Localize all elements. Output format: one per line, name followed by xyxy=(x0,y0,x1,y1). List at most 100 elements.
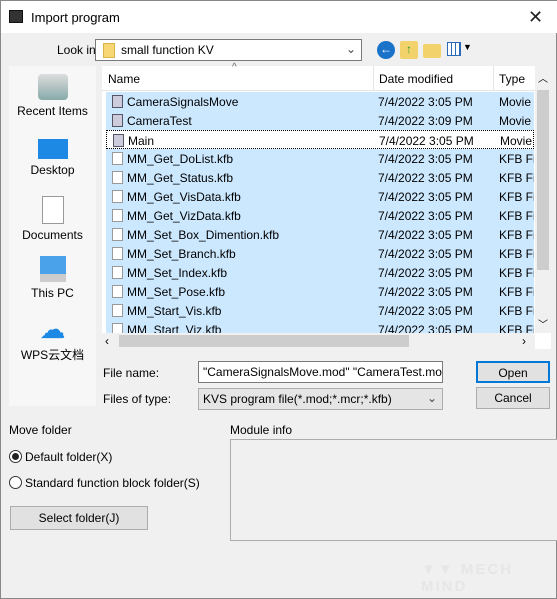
desktop-icon xyxy=(37,139,68,159)
file-type: KFB File xyxy=(499,171,534,185)
file-type: KFB File xyxy=(499,247,534,261)
file-icon xyxy=(112,247,123,260)
place-this-pc[interactable]: This PC xyxy=(9,256,96,300)
file-name-input[interactable]: "CameraSignalsMove.mod" "CameraTest.mod" xyxy=(198,361,443,383)
recent-items-icon xyxy=(37,74,68,100)
move-folder-title: Move folder xyxy=(9,423,72,437)
file-name: MM_Set_Branch.kfb xyxy=(127,247,236,261)
file-icon xyxy=(112,266,123,279)
horizontal-scrollbar[interactable]: ‹ › xyxy=(102,333,535,349)
file-type: KFB File xyxy=(499,209,534,223)
file-date: 7/4/2022 3:05 PM xyxy=(378,285,473,299)
chevron-down-icon: ⌄ xyxy=(345,42,356,56)
scrollbar-thumb[interactable] xyxy=(119,335,409,347)
file-date: 7/4/2022 3:05 PM xyxy=(378,209,473,223)
file-icon xyxy=(112,190,123,203)
column-type[interactable]: Type xyxy=(499,72,525,86)
scroll-left-icon[interactable]: ‹ xyxy=(105,334,109,348)
up-folder-icon[interactable]: ↑ xyxy=(400,41,418,59)
place-label: Documents xyxy=(22,228,83,242)
file-row[interactable]: MM_Get_Status.kfb 7/4/2022 3:05 PM KFB F… xyxy=(106,168,534,187)
file-icon xyxy=(112,228,123,241)
file-date: 7/4/2022 3:05 PM xyxy=(378,247,473,261)
file-date: 7/4/2022 3:05 PM xyxy=(378,266,473,280)
place-label: WPS云文档 xyxy=(20,348,85,362)
file-name: MM_Set_Box_Dimention.kfb xyxy=(127,228,280,242)
chevron-down-icon: ⌄ xyxy=(426,391,437,405)
file-icon xyxy=(112,285,123,298)
file-name: Main xyxy=(128,134,155,148)
file-icon xyxy=(112,304,123,317)
caret-down-icon[interactable]: ▼ xyxy=(463,42,472,52)
place-desktop[interactable]: Desktop xyxy=(9,136,96,177)
file-date: 7/4/2022 3:09 PM xyxy=(378,114,473,128)
look-in-dropdown[interactable]: small function KV ⌄ xyxy=(95,39,362,61)
scrollbar-thumb[interactable] xyxy=(537,90,549,270)
file-type: KFB File xyxy=(499,266,534,280)
file-date: 7/4/2022 3:05 PM xyxy=(378,152,473,166)
file-row[interactable]: MM_Set_Index.kfb 7/4/2022 3:05 PM KFB Fi… xyxy=(106,263,534,282)
file-list[interactable]: ^ Name Date modified Type CameraSignalsM… xyxy=(102,62,551,349)
app-icon xyxy=(9,10,23,23)
file-date: 7/4/2022 3:05 PM xyxy=(379,134,474,148)
file-row[interactable]: CameraTest 7/4/2022 3:09 PM Movie xyxy=(106,111,534,130)
file-row[interactable]: CameraSignalsMove 7/4/2022 3:05 PM Movie xyxy=(106,92,534,111)
title-bar: Import program ✕ xyxy=(1,1,557,33)
place-label: This PC xyxy=(31,286,74,300)
file-date: 7/4/2022 3:05 PM xyxy=(378,228,473,242)
file-row[interactable]: MM_Set_Branch.kfb 7/4/2022 3:05 PM KFB F… xyxy=(106,244,534,263)
window-title: Import program xyxy=(31,10,120,25)
column-name[interactable]: Name xyxy=(108,72,140,86)
list-header: ^ Name Date modified Type xyxy=(102,62,535,91)
scroll-right-icon[interactable]: › xyxy=(522,334,526,348)
file-date: 7/4/2022 3:05 PM xyxy=(378,95,473,109)
file-row[interactable]: MM_Start_Vis.kfb 7/4/2022 3:05 PM KFB Fi… xyxy=(106,301,534,320)
file-name: MM_Get_DoList.kfb xyxy=(127,152,234,166)
files-of-type-select[interactable]: KVS program file(*.mod;*.mcr;*.kfb) ⌄ xyxy=(198,388,443,410)
file-type: KFB File xyxy=(499,304,534,318)
close-icon[interactable]: ✕ xyxy=(528,7,543,28)
places-bar: Recent Items Desktop Documents This PC ☁… xyxy=(9,66,96,406)
file-name-label: File name: xyxy=(103,366,160,380)
file-icon xyxy=(112,152,123,165)
folder-icon xyxy=(103,43,115,58)
back-icon[interactable]: ← xyxy=(377,41,395,59)
file-type: Movie xyxy=(499,95,532,109)
place-wps-cloud[interactable]: ☁ WPS云文档 xyxy=(9,316,96,363)
new-folder-icon[interactable] xyxy=(423,44,441,58)
column-date-modified[interactable]: Date modified xyxy=(379,72,453,86)
file-row[interactable]: MM_Get_VizData.kfb 7/4/2022 3:05 PM KFB … xyxy=(106,206,534,225)
cancel-button[interactable]: Cancel xyxy=(476,387,550,409)
file-type: Movie xyxy=(500,134,533,148)
file-type: Movie xyxy=(499,114,532,128)
file-type: KFB File xyxy=(499,228,534,242)
file-row[interactable]: MM_Get_DoList.kfb 7/4/2022 3:05 PM KFB F… xyxy=(106,149,534,168)
radio-default-folder[interactable]: Default folder(X) xyxy=(9,449,209,465)
file-date: 7/4/2022 3:05 PM xyxy=(378,171,473,185)
radio-button[interactable] xyxy=(9,450,22,463)
select-folder-button[interactable]: Select folder(J) xyxy=(10,506,148,530)
file-row[interactable]: MM_Set_Box_Dimention.kfb 7/4/2022 3:05 P… xyxy=(106,225,534,244)
look-in-label: Look in: xyxy=(57,43,100,57)
scroll-up-icon[interactable]: ︿ xyxy=(538,70,548,85)
file-row[interactable]: MM_Set_Pose.kfb 7/4/2022 3:05 PM KFB Fil… xyxy=(106,282,534,301)
vertical-scrollbar[interactable]: ︿ ﹀ xyxy=(535,66,551,333)
file-row[interactable]: Main 7/4/2022 3:05 PM Movie xyxy=(106,130,534,149)
file-name-value: "CameraSignalsMove.mod" "CameraTest.mod" xyxy=(203,365,443,379)
file-type: KFB File xyxy=(499,152,534,166)
file-icon xyxy=(112,171,123,184)
files-of-type-label: Files of type: xyxy=(103,392,172,406)
place-documents[interactable]: Documents xyxy=(9,196,96,242)
view-menu-icon[interactable] xyxy=(447,42,461,56)
place-recent-items[interactable]: Recent Items xyxy=(9,74,96,118)
sort-ascending-icon: ^ xyxy=(232,62,237,73)
radio-button[interactable] xyxy=(9,476,22,489)
open-button[interactable]: Open xyxy=(476,361,550,383)
files-of-type-value: KVS program file(*.mod;*.mcr;*.kfb) xyxy=(203,392,392,406)
radio-standard-fb-folder[interactable]: Standard function block folder(S) xyxy=(9,475,209,491)
program-file-icon xyxy=(113,134,124,147)
radio-label: Default folder(X) xyxy=(25,450,113,464)
file-type: KFB File xyxy=(499,285,534,299)
scroll-down-icon[interactable]: ﹀ xyxy=(538,316,548,331)
file-row[interactable]: MM_Get_VisData.kfb 7/4/2022 3:05 PM KFB … xyxy=(106,187,534,206)
